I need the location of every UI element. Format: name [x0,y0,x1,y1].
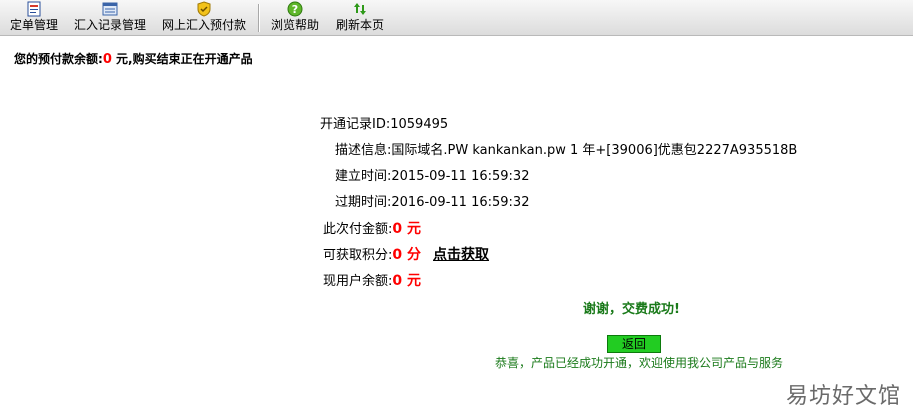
records-list-icon [102,2,118,16]
expire-time-row: 过期时间:2016-09-11 16:59:32 [335,195,529,211]
order-form-icon [27,1,41,17]
balance-suffix: 元,购买结束正在开通产品 [111,52,253,66]
shield-payment-icon [197,1,211,17]
order-management-button[interactable]: 定单管理 [8,0,60,36]
import-records-button[interactable]: 汇入记录管理 [72,0,148,36]
paid-amount-value: 0 元 [392,221,422,237]
points-value: 0 分 [392,247,422,263]
return-button[interactable]: 返回 [607,335,661,353]
activation-congrats-message: 恭喜，产品已经成功开通，欢迎使用我公司产品与服务 [495,356,784,370]
toolbar-label: 刷新本页 [335,18,384,32]
refresh-page-button[interactable]: 刷新本页 [334,0,386,36]
description-value: 国际域名.PW kankankan.pw 1 年+[39006]优惠包2227A… [391,143,798,158]
description-label: 描述信息: [335,143,392,158]
claim-points-link[interactable]: 点击获取 [433,247,489,263]
balance-prefix: 您的预付款余额: [14,52,103,66]
user-balance-label: 现用户余额: [323,274,393,289]
toolbar-divider [258,4,259,32]
refresh-icon [354,3,366,15]
prepay-balance-notice: 您的预付款余额:0 元,购买结束正在开通产品 [14,50,253,67]
record-id-row: 开通记录ID:1059495 [320,117,448,133]
record-id-value: 1059495 [390,117,449,132]
online-prepay-button[interactable]: 网上汇入预付款 [160,0,248,36]
toolbar-label: 浏览帮助 [270,18,319,32]
watermark: 易坊好文馆 [785,384,901,409]
record-id-label: 开通记录ID: [320,117,391,132]
toolbar-label: 网上汇入预付款 [161,18,246,32]
paid-amount-label: 此次付金额: [323,222,393,237]
balance-amount: 0 [102,52,112,67]
points-label: 可获取积分: [323,248,393,263]
payment-success-message: 谢谢，交费成功! [583,302,680,317]
created-time-row: 建立时间:2015-09-11 16:59:32 [335,169,529,185]
paid-amount-row: 此次付金额:0 元 [323,221,421,238]
toolbar-label: 汇入记录管理 [73,18,146,32]
description-row: 描述信息:国际域名.PW kankankan.pw 1 年+[39006]优惠包… [335,143,797,159]
user-balance-value: 0 元 [392,273,422,289]
user-balance-row: 现用户余额:0 元 [323,273,421,290]
browse-help-button[interactable]: ? 浏览帮助 [268,0,322,36]
help-icon: ? [287,1,303,17]
expire-time-label: 过期时间: [335,195,392,210]
created-time-value: 2015-09-11 16:59:32 [391,169,530,184]
created-time-label: 建立时间: [335,169,392,184]
expire-time-value: 2016-09-11 16:59:32 [391,195,530,210]
points-row: 可获取积分:0 分点击获取 [323,247,489,264]
toolbar-label: 定单管理 [9,18,58,32]
toolbar: 定单管理 汇入记录管理 网上汇入预付款 ? 浏览帮助 刷新本页 [0,0,913,36]
svg-text:?: ? [292,3,298,16]
